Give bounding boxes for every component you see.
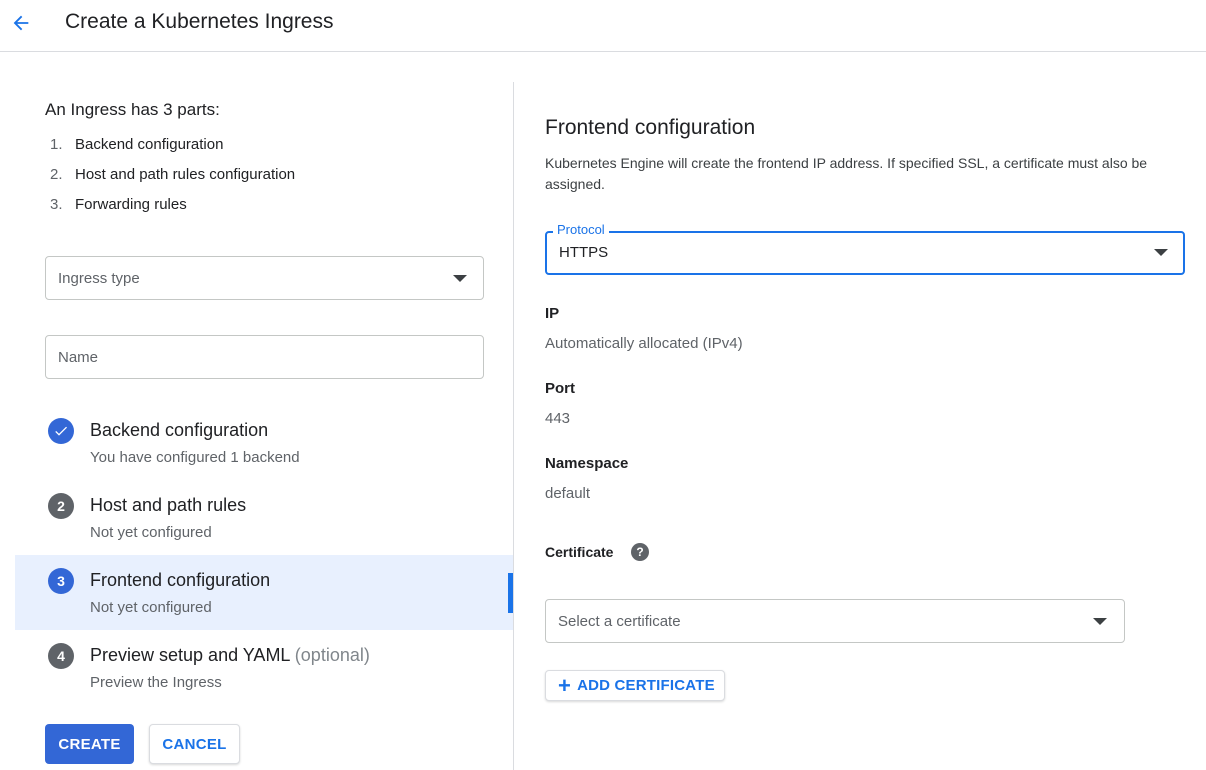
parts-list: 1. Backend configuration 2. Host and pat… xyxy=(50,136,295,226)
ip-label: IP xyxy=(545,305,560,322)
active-step-indicator xyxy=(508,573,513,613)
arrow-back-icon xyxy=(13,15,29,31)
protocol-label: Protocol xyxy=(553,222,609,237)
create-button[interactable]: CREATE xyxy=(45,724,134,764)
ip-value: Automatically allocated (IPv4) xyxy=(545,335,743,352)
add-certificate-label: ADD CERTIFICATE xyxy=(577,677,715,694)
step-title: Frontend configuration xyxy=(90,570,271,590)
certificate-label: Certificate xyxy=(545,544,614,560)
step-subtitle: You have configured 1 backend xyxy=(90,449,300,466)
cancel-button[interactable]: CANCEL xyxy=(149,724,240,764)
help-icon[interactable]: ? xyxy=(631,543,649,561)
port-value: 443 xyxy=(545,410,571,427)
step-subtitle: Not yet configured xyxy=(90,524,212,541)
add-certificate-button[interactable]: + ADD CERTIFICATE xyxy=(545,670,725,701)
step-title: Preview setup and YAML (optional) xyxy=(90,645,370,665)
protocol-value: HTTPS xyxy=(559,244,609,261)
page-title: Create a Kubernetes Ingress xyxy=(65,10,334,33)
step-frontend-configuration[interactable]: 3 Frontend configuration Not yet configu… xyxy=(15,555,513,630)
dropdown-arrow-icon xyxy=(453,275,467,282)
step-preview-setup-yaml[interactable]: 4 Preview setup and YAML (optional) Prev… xyxy=(15,630,513,705)
list-item: 1. Backend configuration xyxy=(50,136,224,153)
step-number-badge: 2 xyxy=(48,493,74,519)
name-placeholder: Name xyxy=(58,348,99,366)
column-divider xyxy=(513,82,514,770)
step-title: Host and path rules xyxy=(90,495,247,515)
dropdown-arrow-icon xyxy=(1154,249,1168,256)
ingress-type-placeholder: Ingress type xyxy=(58,269,140,287)
step-subtitle: Preview the Ingress xyxy=(90,674,222,691)
protocol-select[interactable]: HTTPS xyxy=(545,231,1185,275)
step-host-path-rules[interactable]: 2 Host and path rules Not yet configured xyxy=(15,480,513,555)
step-subtitle: Not yet configured xyxy=(90,599,212,616)
back-button[interactable] xyxy=(6,8,36,38)
namespace-value: default xyxy=(545,485,591,502)
certificate-select[interactable]: Select a certificate xyxy=(545,599,1125,643)
step-number-badge: 4 xyxy=(48,643,74,669)
namespace-label: Namespace xyxy=(545,455,629,472)
step-backend-configuration[interactable]: Backend configuration You have configure… xyxy=(15,405,513,480)
intro-heading: An Ingress has 3 parts: xyxy=(45,100,220,119)
port-label: Port xyxy=(545,380,575,397)
certificate-placeholder: Select a certificate xyxy=(558,612,681,630)
list-item: 2. Host and path rules configuration xyxy=(50,166,296,183)
optional-tag: (optional) xyxy=(294,645,370,665)
list-item: 3. Forwarding rules xyxy=(50,196,187,213)
plus-icon: + xyxy=(558,672,572,698)
dropdown-arrow-icon xyxy=(1093,618,1107,625)
step-number-badge: 3 xyxy=(48,568,74,594)
ingress-type-select[interactable]: Ingress type xyxy=(45,256,484,300)
section-title: Frontend configuration xyxy=(545,116,756,139)
section-description: Kubernetes Engine will create the fronte… xyxy=(545,155,1148,192)
top-bar: Create a Kubernetes Ingress xyxy=(0,0,1206,52)
check-circle-icon xyxy=(48,418,74,444)
step-title: Backend configuration xyxy=(90,420,269,440)
name-input[interactable]: Name xyxy=(45,335,484,379)
